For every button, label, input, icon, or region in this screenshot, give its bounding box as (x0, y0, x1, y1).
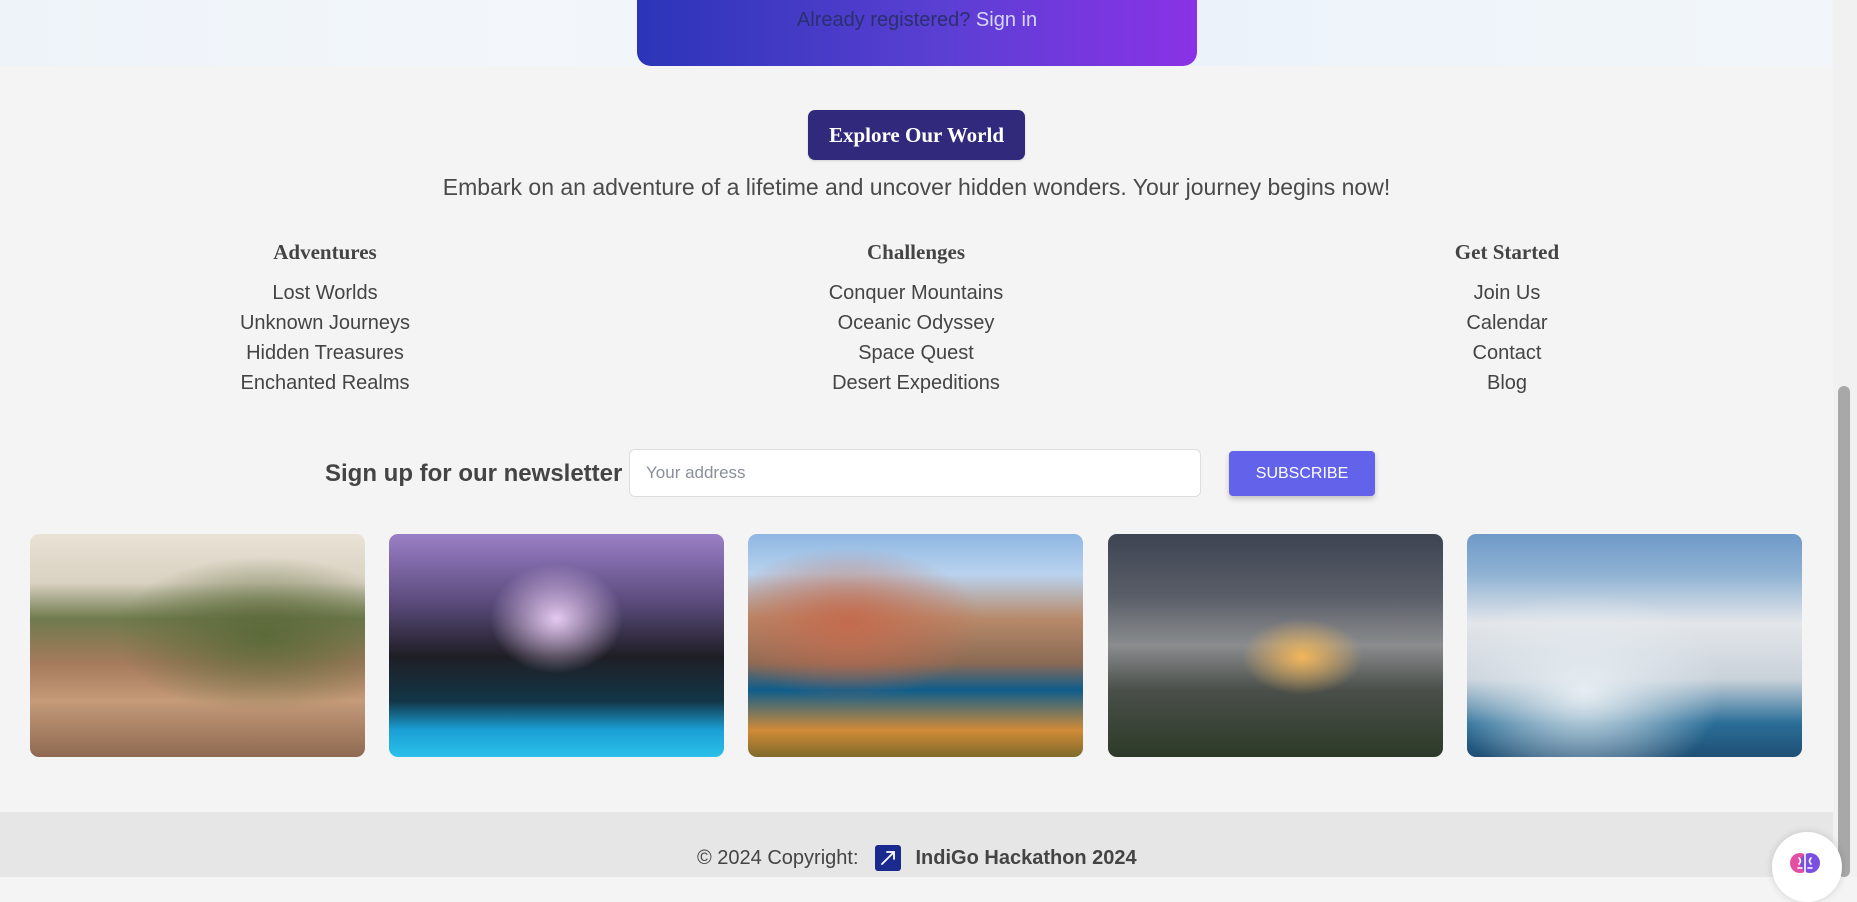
footer-link[interactable]: Join Us (1357, 278, 1657, 308)
tagline: Embark on an adventure of a lifetime and… (442, 174, 1391, 200)
footer-link[interactable]: Conquer Mountains (766, 278, 1066, 308)
gallery-image-cliffside-town (748, 534, 1083, 757)
footer-link[interactable]: Lost Worlds (175, 278, 475, 308)
footer-link[interactable]: Desert Expeditions (766, 368, 1066, 398)
subscribe-button[interactable]: SUBSCRIBE (1229, 451, 1375, 496)
scrollbar-thumb[interactable] (1838, 386, 1850, 877)
gallery-image-city-towers (1108, 534, 1443, 757)
footer-bar: © 2024 Copyright: IndiGo Hackathon 2024 (0, 812, 1833, 877)
footer-column-adventures: Adventures Lost Worlds Unknown Journeys … (175, 240, 475, 398)
footer-column-get-started: Get Started Join Us Calendar Contact Blo… (1357, 240, 1657, 398)
footer-link[interactable]: Blog (1357, 368, 1657, 398)
sign-in-link[interactable]: Sign in (976, 9, 1037, 31)
footer-link[interactable]: Hidden Treasures (175, 338, 475, 368)
footer-link[interactable]: Enchanted Realms (175, 368, 475, 398)
already-registered-line: Already registered? Sign in (637, 9, 1197, 32)
footer-link[interactable]: Contact (1357, 338, 1657, 368)
signup-card: Already registered? Sign in (637, 0, 1197, 66)
copyright-line: © 2024 Copyright: IndiGo Hackathon 2024 (697, 845, 1137, 871)
footer-link[interactable]: Space Quest (766, 338, 1066, 368)
footer-link[interactable]: Calendar (1357, 308, 1657, 338)
explore-our-world-button[interactable]: Explore Our World (808, 110, 1025, 160)
footer-link[interactable]: Unknown Journeys (175, 308, 475, 338)
column-heading: Challenges (866, 240, 965, 264)
newsletter-email-input[interactable] (629, 449, 1201, 497)
gallery-image-hillside-village (30, 534, 365, 757)
brain-icon (1790, 853, 1820, 873)
brand-name[interactable]: IndiGo Hackathon 2024 (916, 847, 1137, 870)
gallery-image-white-island-town (1467, 534, 1802, 757)
newsletter-label: Sign up for our newsletter (325, 460, 623, 487)
copyright-text: © 2024 Copyright: (697, 846, 859, 869)
footer-column-challenges: Challenges Conquer Mountains Oceanic Ody… (766, 240, 1066, 398)
column-heading: Adventures (273, 240, 377, 264)
plane-arrow-icon (874, 845, 901, 871)
column-heading: Get Started (1454, 240, 1560, 264)
assistant-button[interactable] (1772, 832, 1842, 902)
footer-link[interactable]: Oceanic Odyssey (766, 308, 1066, 338)
already-registered-text: Already registered? (796, 9, 971, 31)
gallery-image-palm-pool (389, 534, 724, 757)
